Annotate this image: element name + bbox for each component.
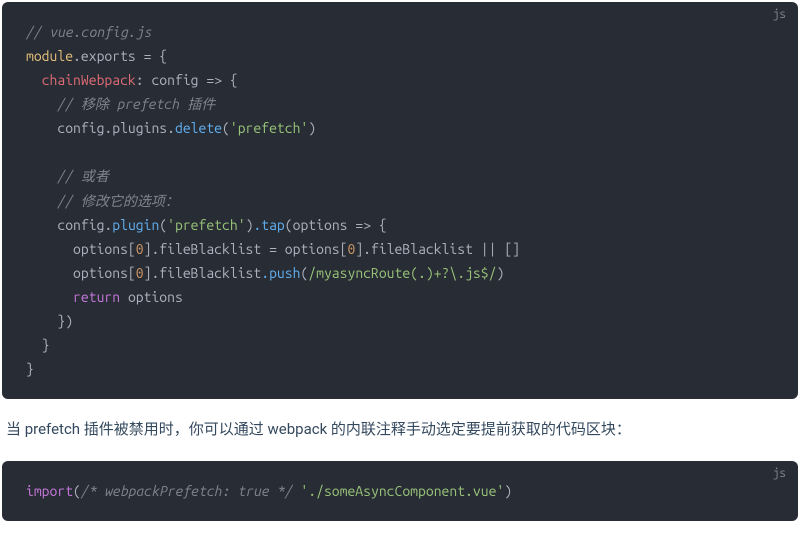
tok-rb2: ].fileBlacklist bbox=[355, 241, 473, 257]
tok-cfg-plugin: config. bbox=[57, 217, 112, 233]
tok-arrow: => { bbox=[199, 72, 238, 88]
comment-file: // vue.config.js bbox=[26, 24, 151, 40]
tok-paren: ( bbox=[222, 120, 230, 136]
tok-rb3: ].fileBlacklist bbox=[144, 265, 262, 281]
tok-prefetch-str2: 'prefetch' bbox=[167, 217, 245, 233]
tok-options2: options bbox=[128, 289, 183, 305]
tok-module: module bbox=[26, 48, 73, 64]
tok-eq: = bbox=[261, 241, 285, 257]
tok-ob3: options[ bbox=[73, 265, 136, 281]
tok-or-empty: || [] bbox=[473, 241, 520, 257]
tok-paren-close: ) bbox=[496, 265, 504, 281]
tok-push: .push bbox=[261, 265, 300, 281]
code-block-vue-config: js // vue.config.js module.exports = { c… bbox=[2, 2, 798, 399]
comment-remove: // 移除 prefetch 插件 bbox=[57, 96, 215, 112]
tok-webpack-comment: /* webpackPrefetch: true */ bbox=[81, 483, 293, 499]
tok-paren: ( bbox=[285, 217, 293, 233]
code-content[interactable]: // vue.config.js module.exports = { chai… bbox=[26, 20, 774, 381]
tok-paren: ( bbox=[159, 217, 167, 233]
tok-path: './someAsyncComponent.vue' bbox=[300, 483, 504, 499]
tok-delete: delete bbox=[175, 120, 222, 136]
tok-zero3: 0 bbox=[136, 265, 144, 281]
tok-cfg-plugins: config.plugins. bbox=[57, 120, 175, 136]
code-content[interactable]: import(/* webpackPrefetch: true */ './so… bbox=[26, 479, 774, 503]
tok-paren-close: ) bbox=[504, 483, 512, 499]
tok-exports: .exports bbox=[73, 48, 136, 64]
tok-regex: /myasyncRoute(.)+?\.js$/ bbox=[308, 265, 496, 281]
tok-chainwebpack: chainWebpack bbox=[42, 72, 136, 88]
tok-close-pb: }) bbox=[57, 313, 73, 329]
tok-ob2: options[ bbox=[285, 241, 348, 257]
tok-return: return bbox=[73, 289, 120, 305]
code-block-import: js import(/* webpackPrefetch: true */ '.… bbox=[2, 461, 798, 521]
tok-colon: : bbox=[136, 72, 152, 88]
tok-paren-close: ) bbox=[308, 120, 316, 136]
tok-import: import bbox=[26, 483, 73, 499]
tok-eq-open: = { bbox=[136, 48, 167, 64]
tok-zero: 0 bbox=[136, 241, 144, 257]
tok-prefetch-str: 'prefetch' bbox=[230, 120, 308, 136]
tok-close-b1: } bbox=[42, 337, 50, 353]
comment-or: // 或者 bbox=[57, 168, 109, 184]
tok-close-b2: } bbox=[26, 361, 34, 377]
code-language-label: js bbox=[773, 8, 786, 21]
code-language-label: js bbox=[773, 467, 786, 480]
tok-plugin: plugin bbox=[112, 217, 159, 233]
tok-config: config bbox=[151, 72, 198, 88]
tok-paren-open: ( bbox=[73, 483, 81, 499]
tok-ob: options[ bbox=[73, 241, 136, 257]
comment-modify: // 修改它的选项： bbox=[57, 193, 179, 209]
tok-rb: ].fileBlacklist bbox=[144, 241, 262, 257]
paragraph-prefetch-explain: 当 prefetch 插件被禁用时，你可以通过 webpack 的内联注释手动选… bbox=[6, 417, 794, 443]
tok-tap: .tap bbox=[253, 217, 284, 233]
tok-options: options bbox=[293, 217, 348, 233]
tok-arrow2: => { bbox=[348, 217, 387, 233]
